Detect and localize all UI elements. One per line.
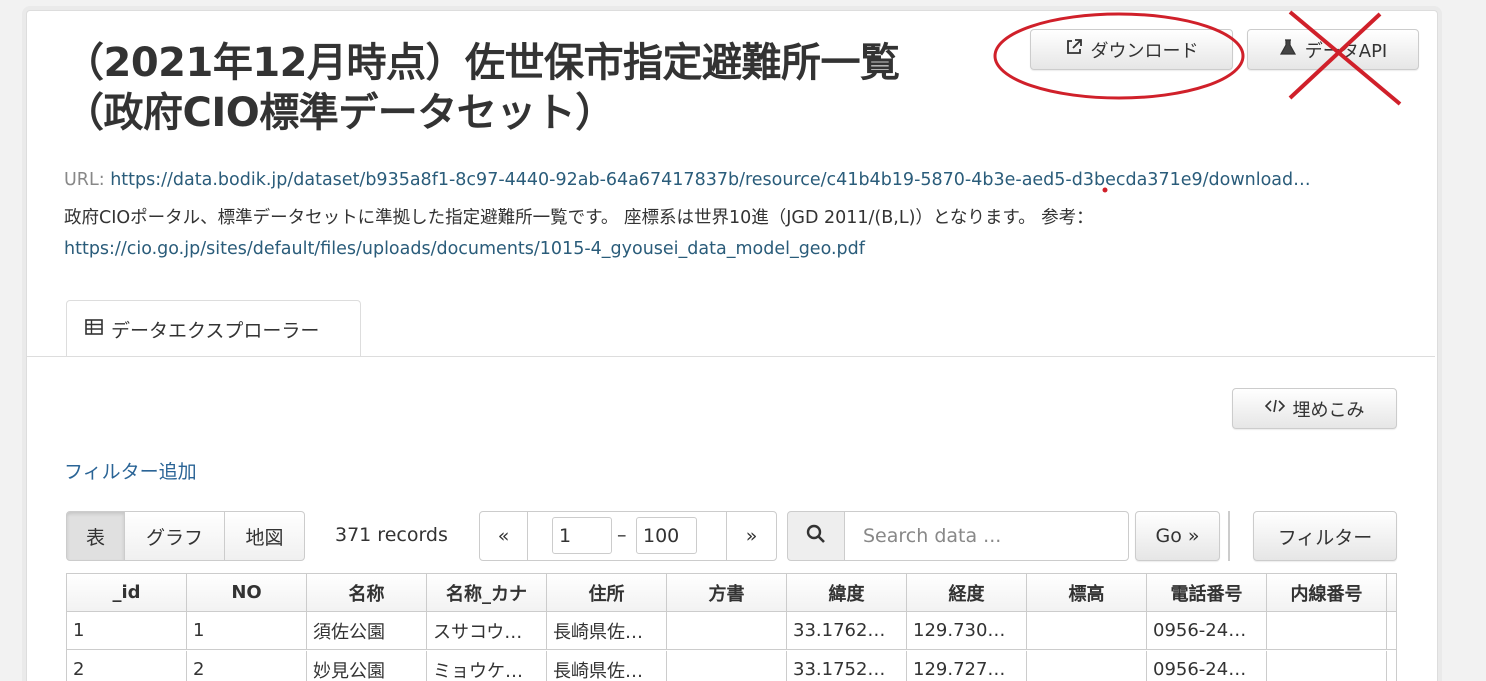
table-cell: ミョウケ… xyxy=(427,651,547,681)
pager-next-button[interactable]: » xyxy=(726,512,776,560)
table-cell xyxy=(1387,651,1396,681)
column-header[interactable]: 経度 xyxy=(907,574,1027,611)
column-header[interactable]: 名称 xyxy=(307,574,427,611)
table-cell xyxy=(1027,612,1147,649)
table-cell: 129.727… xyxy=(907,651,1027,681)
data-api-label: データAPI xyxy=(1304,40,1388,62)
external-link-icon xyxy=(1065,38,1083,61)
resource-description: 政府CIOポータル、標準データセットに準拠した指定避難所一覧です。 座標系は世界… xyxy=(64,208,1094,228)
pager-from-input[interactable] xyxy=(552,517,612,554)
table-cell: 長崎県佐… xyxy=(547,651,667,681)
table-cell: 0956-24… xyxy=(1147,651,1267,681)
table-cell: 須佐公園 xyxy=(307,612,427,649)
table-cell: 1 xyxy=(187,612,307,649)
column-header[interactable]: 名称_カナ xyxy=(427,574,547,611)
table-cell xyxy=(667,651,787,681)
table-cell xyxy=(1387,612,1396,649)
table-cell xyxy=(1267,651,1387,681)
column-header[interactable]: _id xyxy=(67,574,187,611)
view-mode-map[interactable]: 地図 xyxy=(224,511,305,561)
view-mode-graph[interactable]: グラフ xyxy=(124,511,225,561)
reference-link[interactable]: https://cio.go.jp/sites/default/files/up… xyxy=(64,239,865,259)
code-icon xyxy=(1264,398,1285,419)
table-header-row: _id NO 名称 名称_カナ 住所 方書 緯度 経度 標高 電話番号 内線番号… xyxy=(67,574,1396,612)
column-header[interactable]: 電話番号 xyxy=(1147,574,1267,611)
search-icon xyxy=(806,524,826,548)
resource-url-link[interactable]: https://data.bodik.jp/dataset/b935a8f1-8… xyxy=(110,170,1310,190)
tab-divider xyxy=(27,356,1435,357)
tab-label: データエクスプローラー xyxy=(111,319,320,342)
download-button[interactable]: ダウンロード xyxy=(1030,29,1233,70)
table-cell xyxy=(1267,612,1387,649)
table-cell xyxy=(1027,651,1147,681)
pager-dash: – xyxy=(617,524,627,546)
table-cell: 1 xyxy=(67,612,187,649)
url-label: URL: xyxy=(64,170,105,190)
search-input[interactable] xyxy=(844,511,1129,561)
data-grid: _id NO 名称 名称_カナ 住所 方書 緯度 経度 標高 電話番号 内線番号… xyxy=(66,573,1397,681)
table-cell: 2 xyxy=(67,651,187,681)
column-header[interactable]: NO xyxy=(187,574,307,611)
download-label: ダウンロード xyxy=(1090,40,1199,62)
table-cell: 33.1762… xyxy=(787,612,907,649)
column-header[interactable]: 緯度 xyxy=(787,574,907,611)
embed-label: 埋めこみ xyxy=(1292,399,1365,421)
column-header[interactable]: 標高 xyxy=(1027,574,1147,611)
view-mode-table[interactable]: 表 xyxy=(66,511,125,561)
embed-button[interactable]: 埋めこみ xyxy=(1232,388,1397,429)
table-cell: 妙見公園 xyxy=(307,651,427,681)
search-go-button[interactable]: Go » xyxy=(1135,511,1220,561)
column-header[interactable]: 住所 xyxy=(547,574,667,611)
table-cell: 2 xyxy=(187,651,307,681)
table-cell: 長崎県佐… xyxy=(547,612,667,649)
column-header[interactable]: i xyxy=(1387,574,1396,611)
tab-data-explorer[interactable]: データエクスプローラー xyxy=(66,300,361,357)
add-filter-link[interactable]: フィルター追加 xyxy=(64,457,197,484)
search-icon-button[interactable] xyxy=(787,511,845,561)
table-row[interactable]: 1 1 須佐公園 スサコウ… 長崎県佐… 33.1762… 129.730… 0… xyxy=(67,612,1396,650)
table-cell: スサコウ… xyxy=(427,612,547,649)
flask-icon xyxy=(1279,38,1297,61)
table-icon xyxy=(85,318,103,340)
table-cell: 33.1752… xyxy=(787,651,907,681)
column-header[interactable]: 方書 xyxy=(667,574,787,611)
table-cell: 129.730… xyxy=(907,612,1027,649)
table-row[interactable]: 2 2 妙見公園 ミョウケ… 長崎県佐… 33.1752… 129.727… 0… xyxy=(67,651,1396,681)
toolbar-separator xyxy=(1228,511,1230,561)
data-api-button[interactable]: データAPI xyxy=(1247,29,1419,70)
column-header[interactable]: 内線番号 xyxy=(1267,574,1387,611)
page-title: （2021年12月時点）佐世保市指定避難所一覧（政府CIO標準データセット） xyxy=(64,40,900,136)
pager-to-input[interactable] xyxy=(636,517,697,554)
filter-button[interactable]: フィルター xyxy=(1253,511,1397,561)
table-cell: 0956-24… xyxy=(1147,612,1267,649)
table-cell xyxy=(667,612,787,649)
record-count: 371 records xyxy=(335,524,448,546)
pager-prev-button[interactable]: « xyxy=(480,512,528,560)
resource-url-line: URL: https://data.bodik.jp/dataset/b935a… xyxy=(64,170,1394,190)
pager: « – » xyxy=(479,511,777,561)
